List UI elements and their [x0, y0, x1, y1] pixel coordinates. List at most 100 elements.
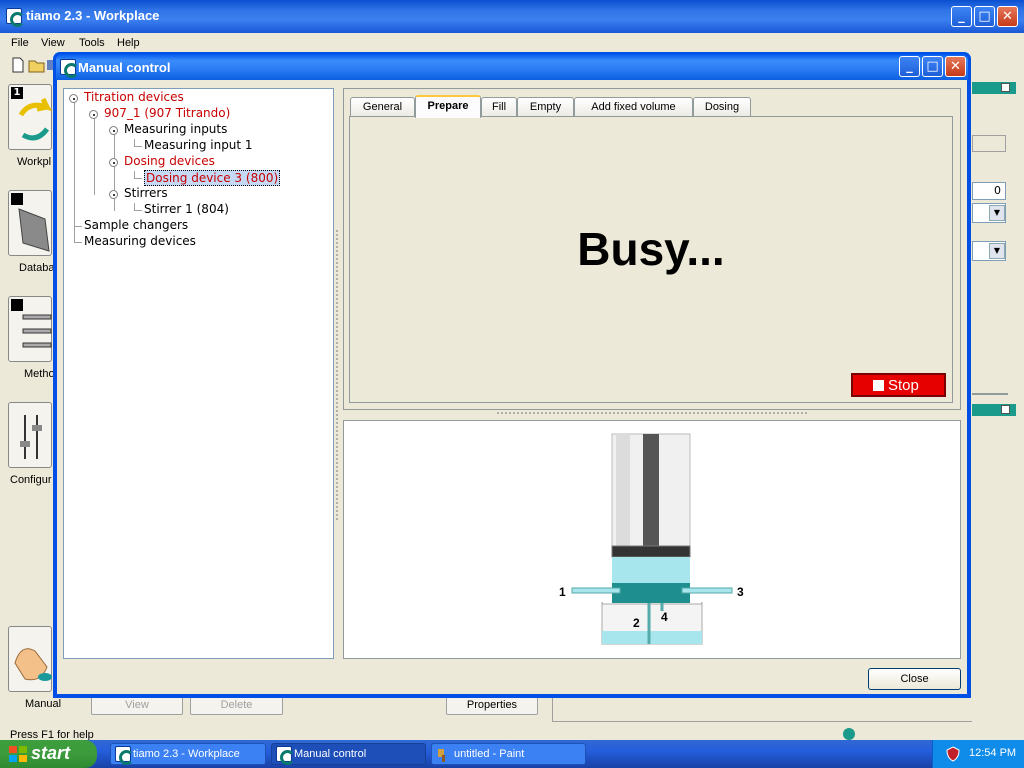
manual-control-titlebar[interactable]: Manual control _ □ ✕ [56, 54, 968, 80]
cylinder-liquid [612, 557, 690, 583]
new-file-icon[interactable] [10, 57, 26, 73]
dialog-minimize-button[interactable]: _ [899, 56, 920, 77]
taskbar-item-paint[interactable]: untitled - Paint [431, 743, 586, 765]
taskbar-item-label: untitled - Paint [454, 748, 525, 760]
status-indicator-icon [843, 728, 855, 740]
right-background-panel: 0 ▼ ▼ [972, 78, 1024, 728]
workplace-button[interactable]: 1 [8, 84, 52, 150]
tree-line [134, 146, 142, 147]
windows-logo-icon [9, 746, 27, 762]
dialog-close-button[interactable]: ✕ [945, 56, 966, 77]
left-navigation-bar: 1 Workpl Databa Metho Configur Manual [4, 78, 61, 718]
main-close-button[interactable]: ✕ [997, 6, 1018, 27]
tree-node-measuring-input-1[interactable]: Measuring input 1 [144, 138, 253, 152]
manual-hand-icon [14, 648, 52, 681]
horizontal-splitter[interactable] [497, 412, 807, 416]
menu-help[interactable]: Help [117, 37, 140, 49]
properties-button[interactable]: Properties [446, 696, 538, 715]
start-button[interactable]: start [0, 740, 97, 768]
dosing-unit-diagram: 1 2 3 4 [559, 433, 744, 645]
tree-toggle-icon[interactable] [89, 110, 98, 119]
chevron-down-icon[interactable]: ▼ [989, 205, 1005, 221]
tree-node-measuring-devices[interactable]: Measuring devices [84, 234, 196, 248]
tree-node-sample-changers[interactable]: Sample changers [84, 218, 188, 232]
right-number-field[interactable]: 0 [972, 182, 1006, 200]
tree-node-measuring-inputs[interactable]: Measuring inputs [124, 122, 227, 136]
stop-button-label: Stop [888, 377, 919, 394]
port-1-label: 1 [559, 585, 566, 599]
tree-toggle-icon[interactable] [69, 94, 78, 103]
port-3-tube [681, 587, 733, 594]
tree-line [74, 242, 82, 243]
stop-icon [873, 380, 884, 391]
right-panel-maximize-bottom[interactable] [1001, 405, 1010, 414]
clock[interactable]: 12:54 PM [969, 747, 1016, 759]
piston-head [611, 545, 691, 558]
chevron-down-icon[interactable]: ▼ [989, 243, 1005, 259]
port-3-label: 3 [737, 585, 744, 599]
port-4-label: 4 [661, 610, 668, 624]
tab-prepare[interactable]: Prepare [415, 95, 481, 118]
valve-disc [612, 583, 690, 603]
port-2-label: 2 [633, 616, 640, 630]
tree-toggle-icon[interactable] [109, 126, 118, 135]
tree-node-stirrer-1[interactable]: Stirrer 1 (804) [144, 202, 229, 216]
right-dropdown-1[interactable]: ▼ [972, 203, 1006, 223]
tree-node-stirrers[interactable]: Stirrers [124, 186, 168, 200]
device-tree[interactable]: Titration devices 907_1 (907 Titrando) M… [63, 88, 334, 659]
main-minimize-button[interactable]: _ [951, 6, 972, 27]
delete-button[interactable]: Delete [190, 696, 283, 715]
security-shield-icon[interactable] [945, 746, 961, 762]
right-dropdown-2[interactable]: ▼ [972, 241, 1006, 261]
cylinder-highlight [616, 434, 630, 548]
tree-line [134, 178, 142, 179]
tiamo-app-icon [115, 746, 134, 765]
configuration-button[interactable] [8, 402, 52, 468]
tab-empty[interactable]: Empty [517, 97, 574, 116]
right-panel-divider [972, 393, 1008, 395]
open-folder-icon[interactable] [28, 57, 46, 73]
view-button[interactable]: View [91, 696, 183, 715]
piston-rod [643, 434, 659, 548]
tree-line [74, 226, 82, 227]
right-empty-field[interactable] [972, 135, 1006, 152]
tree-node-dosing-device-3[interactable]: Dosing device 3 (800) [144, 170, 281, 186]
workplace-arrows-icon [18, 97, 52, 141]
menu-bar: File View Tools Help [0, 33, 1024, 53]
close-button[interactable]: Close [868, 668, 961, 690]
taskbar-item-workplace[interactable]: tiamo 2.3 - Workplace [110, 743, 266, 765]
tree-node-dosing-devices[interactable]: Dosing devices [124, 154, 215, 168]
right-panel-maximize-top[interactable] [1001, 83, 1010, 92]
menu-tools[interactable]: Tools [79, 37, 105, 49]
tree-line [74, 99, 75, 243]
tree-node-907-titrando[interactable]: 907_1 (907 Titrando) [104, 106, 230, 120]
tree-line [134, 210, 142, 211]
database-button[interactable] [8, 190, 52, 256]
tree-line [114, 131, 115, 211]
start-label: start [31, 743, 71, 763]
main-window-titlebar[interactable]: tiamo 2.3 - Workplace _ □ ✕ [0, 0, 1024, 33]
port-1-tube [571, 587, 621, 594]
dialog-maximize-button[interactable]: □ [922, 56, 943, 77]
tab-fill[interactable]: Fill [481, 97, 517, 116]
manual-button[interactable] [8, 626, 52, 692]
method-steps-icon [22, 314, 52, 348]
background-panel-frame [552, 694, 972, 722]
vertical-splitter[interactable] [336, 230, 339, 520]
tiamo-app-icon [6, 8, 25, 27]
taskbar-item-manual-control[interactable]: Manual control [271, 743, 426, 765]
method-button[interactable] [8, 296, 52, 362]
taskbar-item-label: tiamo 2.3 - Workplace [133, 748, 240, 760]
tree-node-titration-devices[interactable]: Titration devices [84, 90, 184, 104]
stop-button[interactable]: Stop [851, 373, 946, 397]
manual-control-app-icon [60, 59, 79, 78]
tree-toggle-icon[interactable] [109, 158, 118, 167]
dosing-unit-diagram-panel: 1 2 3 4 [343, 420, 961, 659]
tab-general[interactable]: General [350, 97, 415, 116]
menu-file[interactable]: File [11, 37, 29, 49]
tree-toggle-icon[interactable] [109, 190, 118, 199]
menu-view[interactable]: View [41, 37, 65, 49]
tab-add-fixed-volume[interactable]: Add fixed volume [574, 97, 693, 116]
tab-dosing[interactable]: Dosing [693, 97, 751, 116]
main-maximize-button[interactable]: □ [974, 6, 995, 27]
